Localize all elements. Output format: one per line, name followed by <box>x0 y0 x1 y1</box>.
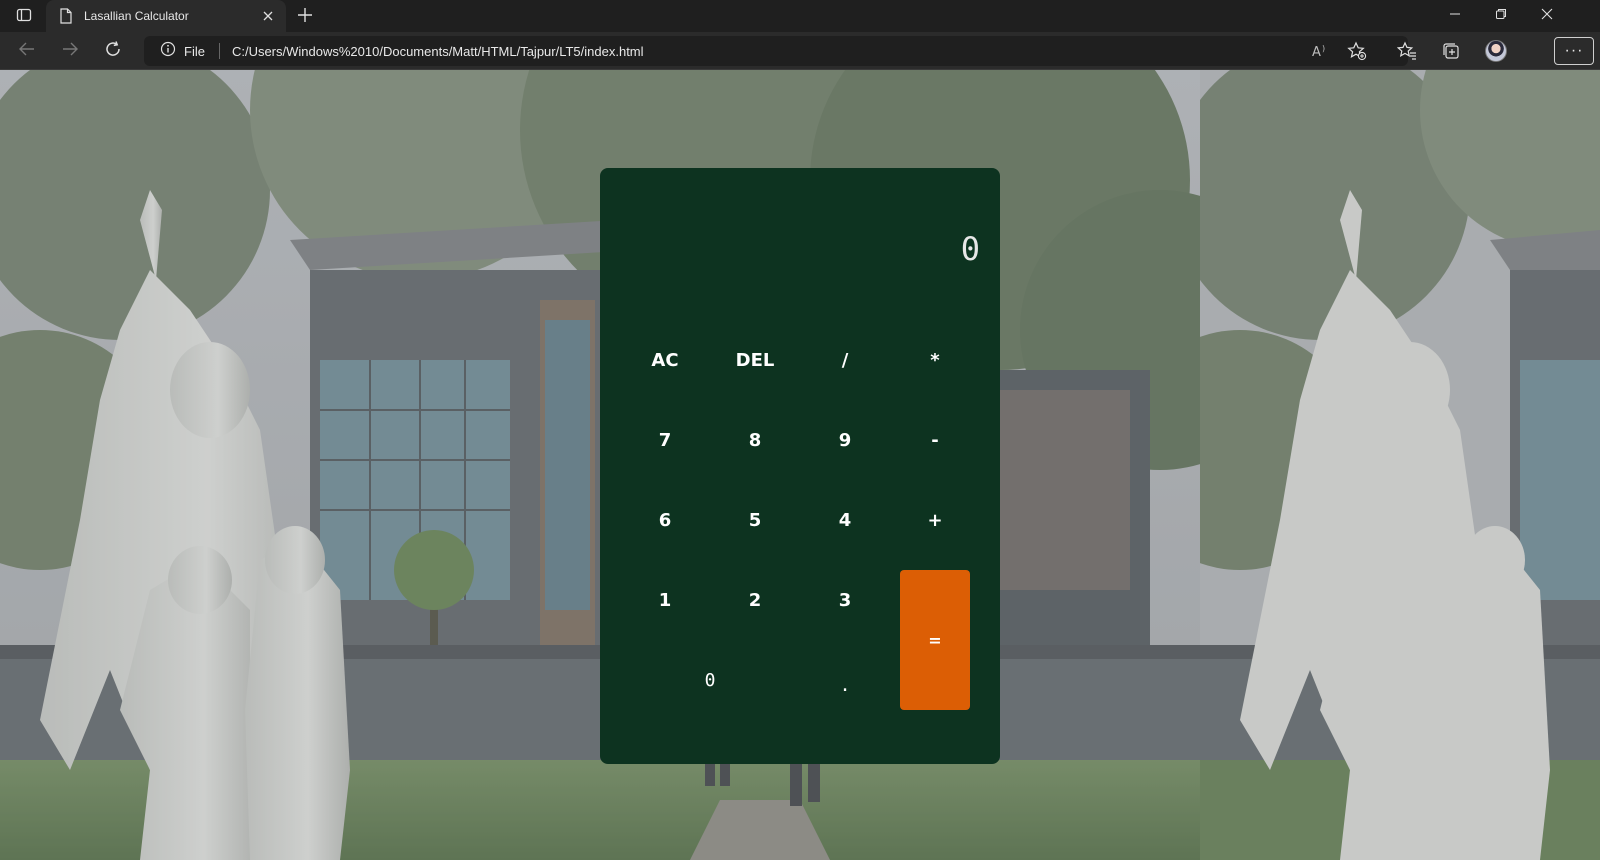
close-icon[interactable] <box>258 6 278 26</box>
add-favorite-icon[interactable] <box>1346 40 1368 62</box>
minimize-icon <box>1449 7 1461 25</box>
key-add[interactable]: + <box>900 490 970 550</box>
key-7[interactable]: 7 <box>630 410 700 470</box>
read-aloud-icon[interactable]: A) <box>1310 40 1332 62</box>
more-button[interactable]: ··· <box>1554 37 1594 65</box>
key-subtract[interactable]: - <box>900 410 970 470</box>
page-viewport: 0 AC DEL / * 7 8 9 - 6 5 4 + 1 2 3 = 0 . <box>0 70 1600 860</box>
calculator: 0 AC DEL / * 7 8 9 - 6 5 4 + 1 2 3 = 0 . <box>600 168 1000 764</box>
profile-avatar <box>1485 40 1507 62</box>
url-text[interactable]: C:/Users/Windows%2010/Documents/Matt/HTM… <box>232 44 644 59</box>
forward-button[interactable] <box>57 38 83 64</box>
svg-text:A: A <box>1312 45 1321 59</box>
key-0[interactable]: 0 <box>630 650 790 710</box>
collections-icon[interactable] <box>1439 39 1463 63</box>
calculator-display: 0 <box>960 230 980 268</box>
key-delete[interactable]: DEL <box>720 330 790 390</box>
back-icon <box>18 40 36 63</box>
minimize-button[interactable] <box>1432 0 1478 32</box>
key-decimal[interactable]: . <box>810 655 880 715</box>
more-icon: ··· <box>1564 42 1584 59</box>
favorites-icon[interactable] <box>1395 39 1419 63</box>
site-info-button[interactable]: File <box>160 41 205 61</box>
browser-toolbar: File C:/Users/Windows%2010/Documents/Mat… <box>0 32 1600 70</box>
close-window-button[interactable] <box>1524 0 1570 32</box>
tab-title: Lasallian Calculator <box>84 9 189 23</box>
key-8[interactable]: 8 <box>720 410 790 470</box>
site-info-label: File <box>184 43 205 59</box>
key-equals[interactable]: = <box>900 570 970 710</box>
info-icon <box>160 41 176 62</box>
back-button[interactable] <box>14 38 40 64</box>
close-window-icon <box>1541 7 1553 25</box>
key-1[interactable]: 1 <box>630 570 700 630</box>
key-divide[interactable]: / <box>810 330 880 390</box>
svg-text:): ) <box>1322 44 1325 53</box>
browser-titlebar: Lasallian Calculator <box>0 0 1600 32</box>
page-icon <box>58 8 74 24</box>
tab-actions-icon <box>16 7 32 28</box>
browser-tab[interactable]: Lasallian Calculator <box>46 0 286 32</box>
key-6[interactable]: 6 <box>630 490 700 550</box>
forward-icon <box>61 40 79 63</box>
key-5[interactable]: 5 <box>720 490 790 550</box>
background-image-repeat <box>1200 70 1600 860</box>
new-tab-button[interactable] <box>294 6 316 28</box>
key-4[interactable]: 4 <box>810 490 880 550</box>
plus-icon <box>297 7 313 28</box>
key-3[interactable]: 3 <box>810 570 880 630</box>
key-2[interactable]: 2 <box>720 570 790 630</box>
key-multiply[interactable]: * <box>900 330 970 390</box>
tab-actions-button[interactable] <box>12 6 36 28</box>
profile-button[interactable] <box>1484 39 1508 63</box>
restore-button[interactable] <box>1478 0 1524 32</box>
address-separator <box>218 43 220 59</box>
key-all-clear[interactable]: AC <box>630 330 700 390</box>
key-9[interactable]: 9 <box>810 410 880 470</box>
refresh-icon <box>104 40 122 63</box>
restore-icon <box>1495 7 1507 25</box>
address-bar[interactable]: File C:/Users/Windows%2010/Documents/Mat… <box>144 36 1408 66</box>
refresh-button[interactable] <box>100 38 126 64</box>
